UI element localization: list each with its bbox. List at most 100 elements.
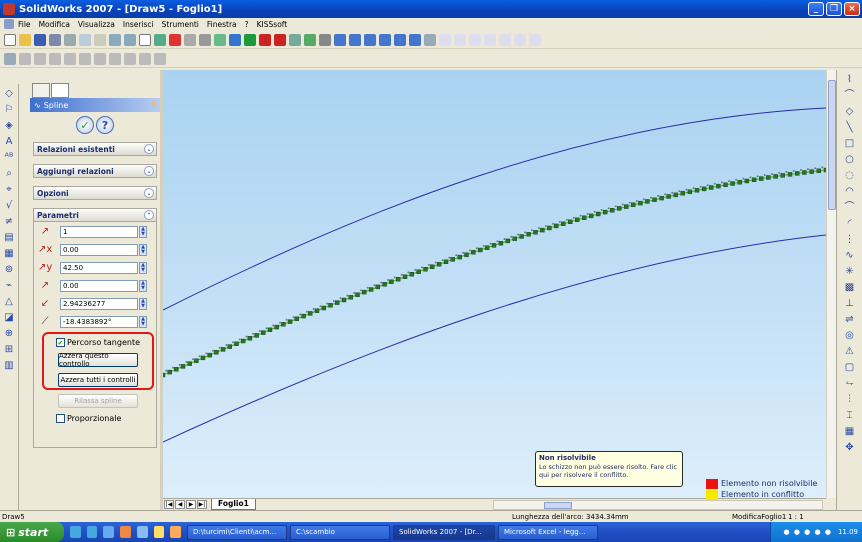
- taskbar-item-folder-clienti[interactable]: D:\turcimi\Clienti\acm...: [187, 524, 287, 540]
- annotation-icon[interactable]: ◇: [3, 88, 15, 100]
- weld-icon[interactable]: ≠: [3, 216, 15, 228]
- sketch-point-icon[interactable]: ✳: [844, 266, 856, 278]
- spline-control-point[interactable]: [673, 192, 678, 198]
- view-right-icon[interactable]: [484, 33, 496, 46]
- spline-control-point[interactable]: [744, 178, 750, 184]
- spline-control-point[interactable]: [443, 259, 449, 265]
- spline-control-point[interactable]: [274, 324, 279, 330]
- zoom-fit-icon[interactable]: [334, 33, 346, 46]
- spline-handle[interactable]: [225, 344, 228, 346]
- spline-handle[interactable]: [427, 263, 430, 266]
- text-tool-icon[interactable]: ▩: [844, 282, 856, 294]
- spline-control-point[interactable]: [423, 266, 428, 272]
- spline-handle[interactable]: [185, 361, 188, 363]
- line-icon[interactable]: ╲: [844, 122, 856, 134]
- horizontal-scrollbar[interactable]: [493, 500, 823, 510]
- pattern-tool-icon[interactable]: ▦: [844, 426, 856, 438]
- spline-handle[interactable]: [792, 169, 795, 172]
- spline-control-point[interactable]: [214, 350, 219, 355]
- horizontal-scroll-thumb[interactable]: [544, 502, 572, 509]
- spline-control-point[interactable]: [301, 313, 306, 319]
- sketch-icon[interactable]: [4, 52, 16, 65]
- spline-handle[interactable]: [699, 185, 702, 188]
- pattern-icon[interactable]: [124, 52, 136, 65]
- spline-handle[interactable]: [279, 321, 281, 324]
- spline-control-point[interactable]: [389, 279, 394, 284]
- spline-control-point[interactable]: [737, 179, 742, 185]
- spline-handle[interactable]: [544, 225, 547, 227]
- explorer-icon[interactable]: [136, 526, 148, 538]
- trim-icon[interactable]: [79, 52, 91, 65]
- spline-control-point[interactable]: [701, 186, 707, 192]
- chevron-down-icon[interactable]: ⌄: [144, 166, 154, 176]
- spline-control-point[interactable]: [617, 206, 622, 211]
- proportional-checkbox[interactable]: [56, 413, 65, 423]
- spline-control-point[interactable]: [478, 247, 483, 253]
- spline-control-point[interactable]: [680, 191, 685, 196]
- zoom-in-icon[interactable]: [364, 33, 376, 46]
- centerline-tool-icon[interactable]: ⋮: [844, 234, 856, 246]
- spline-handle[interactable]: [258, 330, 261, 332]
- stop-icon[interactable]: [169, 33, 181, 46]
- spline-handle[interactable]: [614, 205, 617, 208]
- spline-handle[interactable]: [482, 244, 485, 247]
- spline-handle[interactable]: [359, 289, 362, 292]
- spline-handle[interactable]: [272, 324, 275, 327]
- mirror-icon[interactable]: [49, 52, 61, 65]
- reset-this-handle-button[interactable]: Azzera questo controllo: [58, 352, 138, 368]
- rectangle-icon[interactable]: □: [844, 138, 856, 150]
- spline-handle[interactable]: [326, 302, 329, 305]
- spline-control-point[interactable]: [568, 219, 573, 225]
- spline-handle[interactable]: [814, 167, 817, 170]
- property-tab[interactable]: [51, 83, 69, 98]
- spline-handle[interactable]: [346, 294, 349, 297]
- datum-icon[interactable]: ⌖: [3, 184, 15, 196]
- repair-icon[interactable]: [154, 52, 166, 65]
- taskbar-item-excel[interactable]: Microsoft Excel - legg...: [498, 524, 598, 540]
- spline-handle[interactable]: [393, 276, 396, 279]
- spline-control-point[interactable]: [254, 333, 259, 338]
- hole-callout-icon[interactable]: ▦: [3, 248, 15, 260]
- spline-handle[interactable]: [489, 242, 492, 245]
- warning-icon[interactable]: △: [3, 296, 15, 308]
- copy-icon[interactable]: [79, 33, 91, 46]
- spline-handle[interactable]: [218, 346, 221, 349]
- spline-handle[interactable]: [671, 191, 674, 194]
- menu-kisssoft[interactable]: KISSsoft: [257, 20, 288, 29]
- spline-control-point[interactable]: [416, 269, 421, 274]
- spline-control-point[interactable]: [540, 227, 545, 233]
- sketch-fillet-icon[interactable]: ⌒: [844, 90, 856, 102]
- select-icon[interactable]: [139, 33, 151, 46]
- section-options[interactable]: Opzioni ⌄: [33, 186, 157, 200]
- convert-icon[interactable]: ◎: [844, 330, 856, 342]
- spline-handle[interactable]: [455, 254, 458, 257]
- spline-handle[interactable]: [600, 209, 603, 211]
- spline-control-point[interactable]: [402, 274, 408, 279]
- offset-icon[interactable]: [64, 52, 76, 65]
- measure-icon[interactable]: [319, 33, 331, 46]
- spline-control-point[interactable]: [234, 341, 239, 346]
- record-icon[interactable]: [259, 33, 271, 46]
- view-top-icon[interactable]: [499, 33, 511, 46]
- spline-handle[interactable]: [551, 222, 554, 225]
- drawing-canvas[interactable]: [163, 70, 826, 498]
- spin-arrows[interactable]: ▲ ▼: [139, 316, 147, 328]
- spline-handle[interactable]: [468, 249, 471, 252]
- spline-handle[interactable]: [299, 313, 302, 316]
- spline-control-point[interactable]: [382, 282, 387, 287]
- spline-handle[interactable]: [713, 182, 716, 185]
- reset-all-handles-button[interactable]: Azzera tutti i controlli: [58, 373, 138, 387]
- spline-control-point[interactable]: [362, 289, 367, 295]
- more-tables-icon[interactable]: ▥: [3, 360, 15, 372]
- spline-handle[interactable]: [749, 176, 752, 179]
- spline-control-point[interactable]: [547, 225, 552, 231]
- spline-control-point[interactable]: [787, 172, 793, 177]
- spline-handle[interactable]: [657, 194, 659, 197]
- spline-control-point[interactable]: [409, 271, 415, 277]
- spline-control-point[interactable]: [180, 364, 186, 369]
- spline-handle[interactable]: [407, 271, 410, 274]
- macro-icon[interactable]: [289, 33, 301, 46]
- spline-control-point[interactable]: [167, 369, 172, 375]
- menu-file[interactable]: File: [18, 20, 31, 29]
- spline-handle[interactable]: [441, 259, 444, 262]
